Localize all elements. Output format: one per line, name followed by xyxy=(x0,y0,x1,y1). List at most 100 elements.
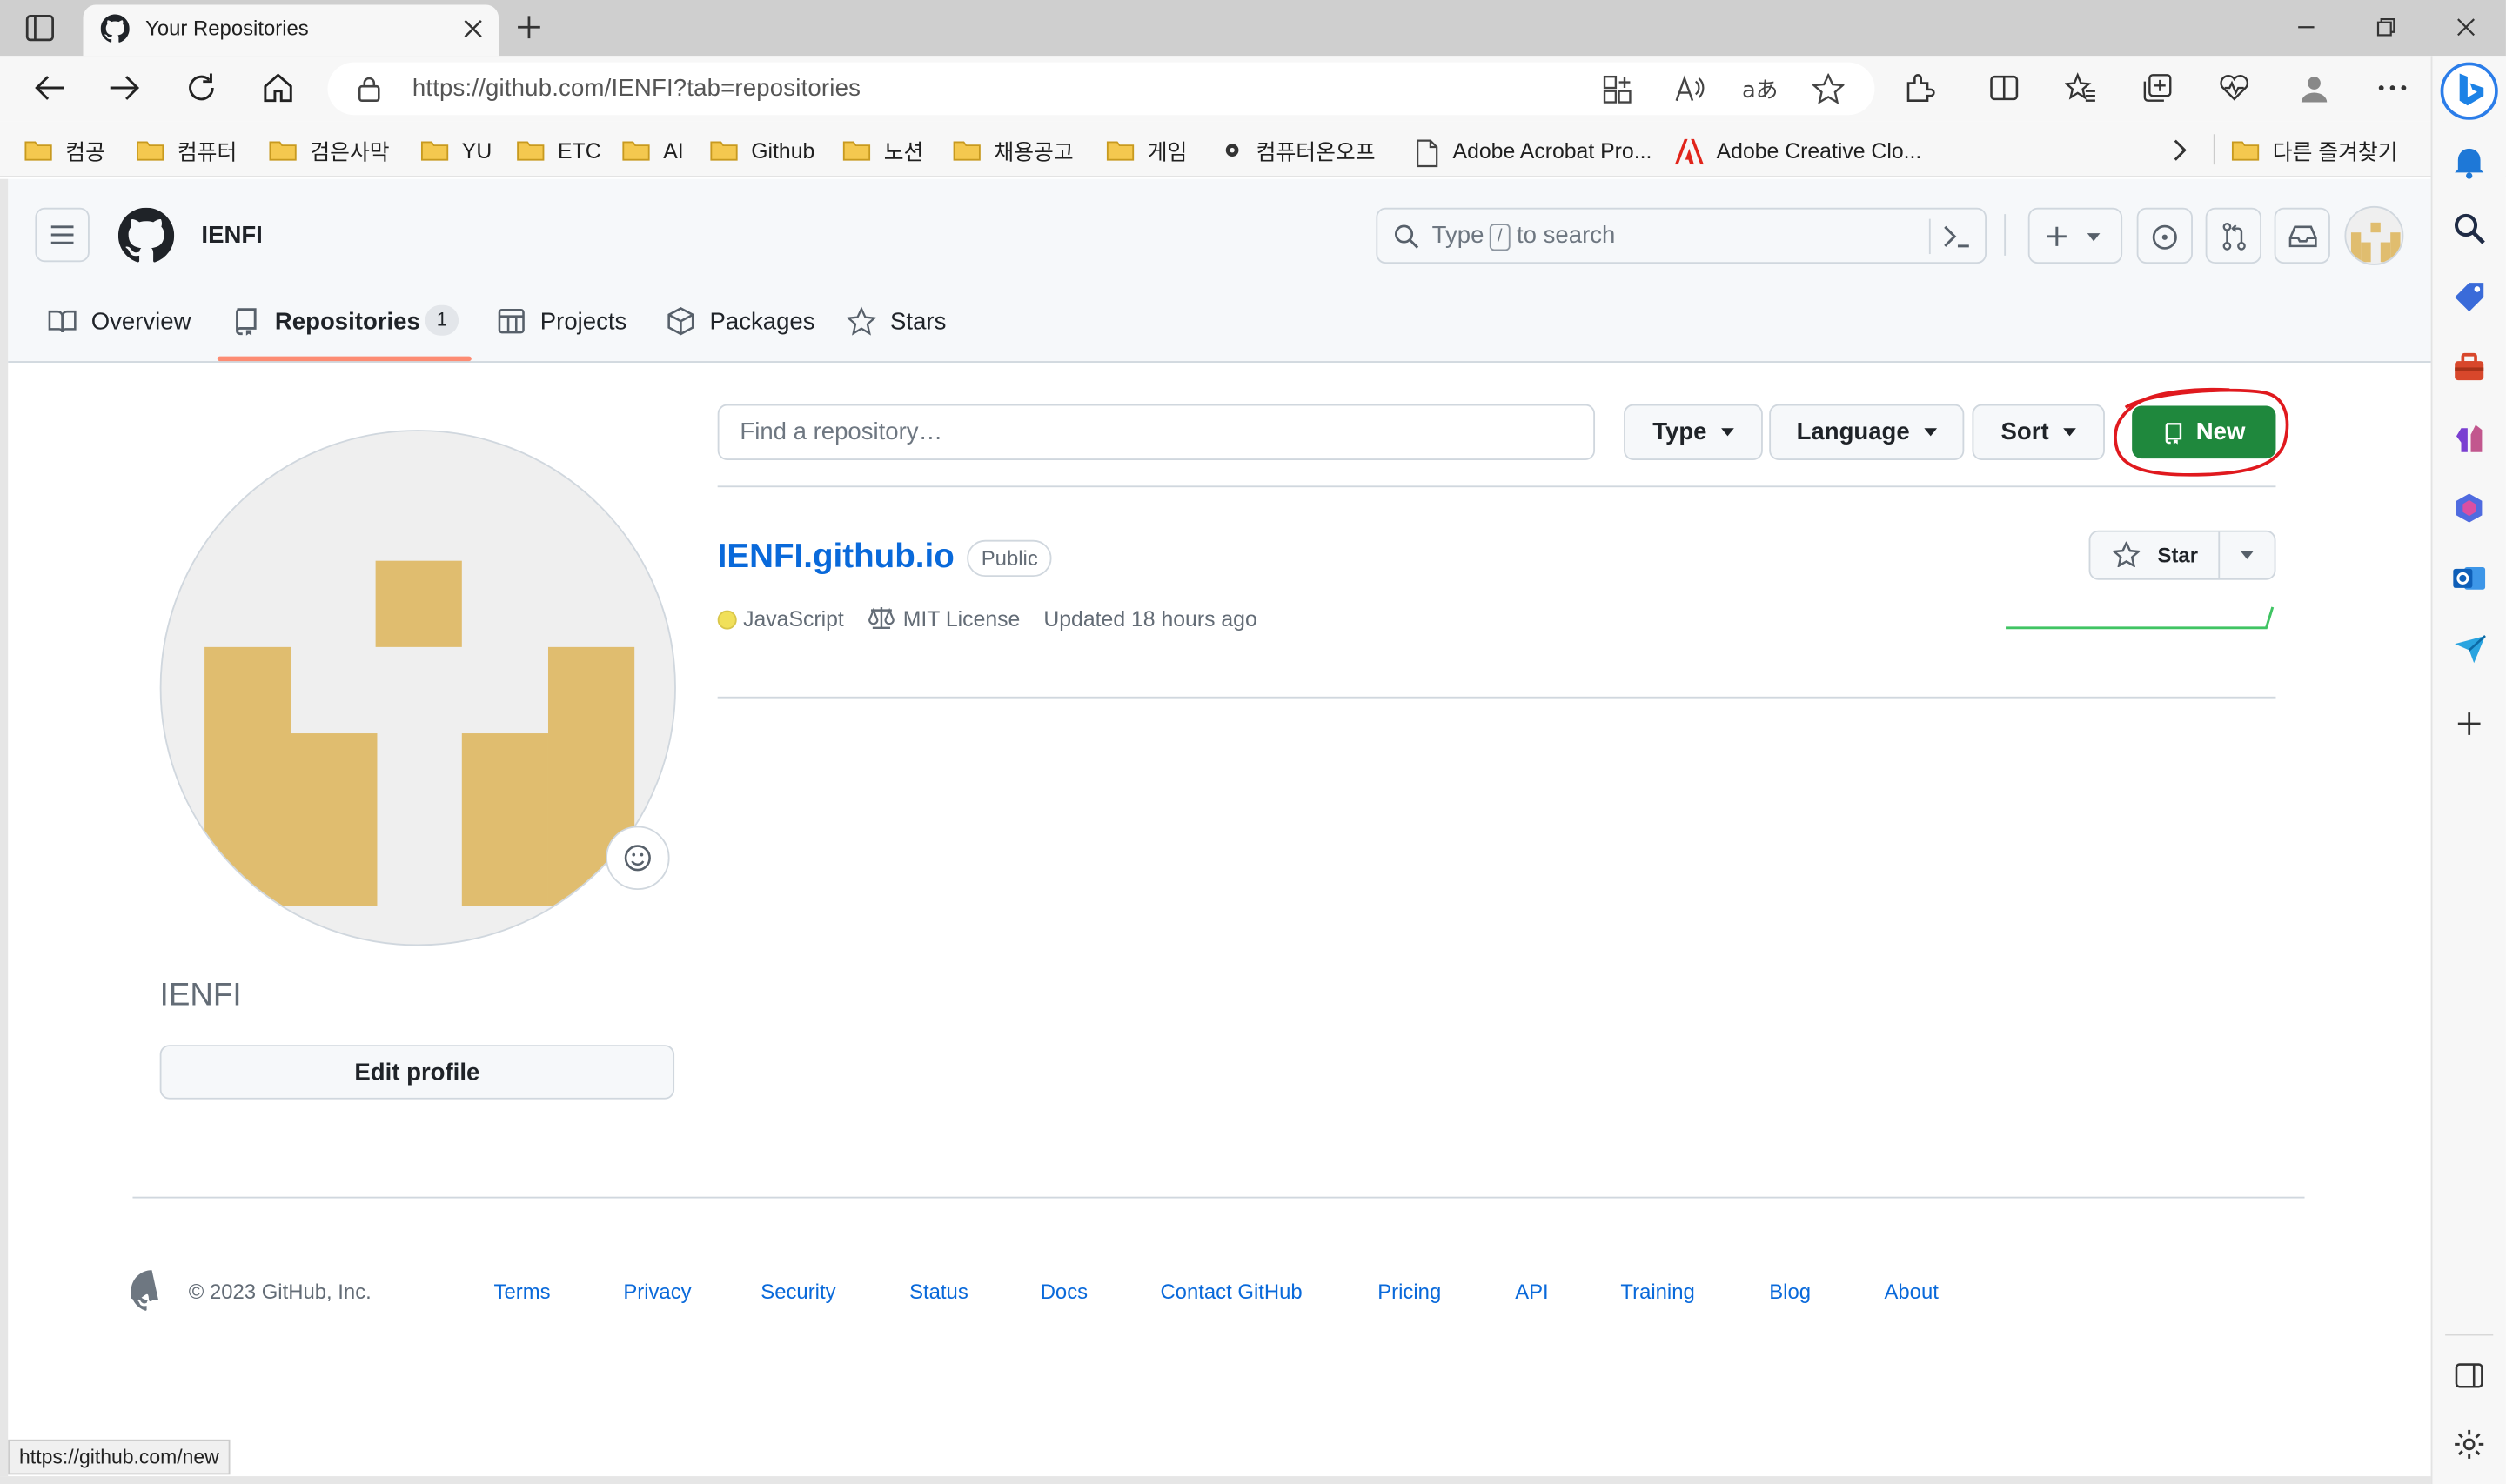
search-placeholder-suffix: to search xyxy=(1517,222,1616,250)
bookmark-folder[interactable]: 컴퓨터 xyxy=(136,134,237,166)
new-tab-icon[interactable] xyxy=(516,15,541,40)
browser-tab-bar: Your Repositories xyxy=(0,0,2506,57)
notifications-bell-icon[interactable] xyxy=(2451,144,2486,179)
inbox-button[interactable] xyxy=(2274,207,2330,264)
browser-tab-active[interactable]: Your Repositories xyxy=(83,4,499,57)
find-repository-input[interactable]: Find a repository… xyxy=(717,404,1596,460)
tools-briefcase-icon[interactable] xyxy=(2451,350,2486,384)
edit-profile-button[interactable]: Edit profile xyxy=(159,1045,675,1100)
search-input[interactable]: Type / to search xyxy=(1376,207,1987,264)
footer-link-pricing[interactable]: Pricing xyxy=(1377,1280,1441,1304)
app-available-icon[interactable] xyxy=(1603,75,1632,104)
restore-icon[interactable] xyxy=(2376,17,2395,37)
footer-link-api[interactable]: API xyxy=(1515,1280,1549,1304)
add-sidebar-app-icon[interactable] xyxy=(2451,706,2486,741)
repository-name-link[interactable]: IENFI.github.io xyxy=(718,538,955,577)
github-logo-icon[interactable] xyxy=(117,207,175,264)
drop-send-icon[interactable] xyxy=(2451,631,2486,665)
bookmark-folder[interactable]: Github xyxy=(709,134,814,166)
language-color-dot xyxy=(717,610,737,630)
shopping-tag-icon[interactable] xyxy=(2451,279,2486,314)
tab-projects[interactable]: Projects xyxy=(497,304,626,338)
divider xyxy=(1928,218,1931,255)
footer-link-contact[interactable]: Contact GitHub xyxy=(1160,1280,1302,1304)
bookmark-folder[interactable]: 게임 xyxy=(1106,134,1187,166)
other-favorites[interactable]: 다른 즐겨찾기 xyxy=(2231,134,2398,166)
chevron-right-icon[interactable] xyxy=(2172,137,2188,163)
minimize-icon[interactable] xyxy=(2296,17,2315,37)
extensions-icon[interactable] xyxy=(1904,72,1936,104)
issues-button[interactable] xyxy=(2136,207,2193,264)
bookmark-folder[interactable]: 검은사막 xyxy=(269,134,390,166)
footer-link-status[interactable]: Status xyxy=(909,1280,968,1304)
lock-icon[interactable] xyxy=(357,75,382,102)
star-list-dropdown[interactable] xyxy=(2220,532,2274,578)
outlook-icon[interactable] xyxy=(2451,561,2486,596)
command-palette-icon[interactable] xyxy=(1942,224,1971,249)
favorites-icon[interactable] xyxy=(2065,72,2097,104)
folder-icon xyxy=(516,139,545,162)
microsoft-365-icon[interactable] xyxy=(2451,491,2486,525)
footer-link-training[interactable]: Training xyxy=(1620,1280,1694,1304)
activity-sparkline xyxy=(2006,606,2275,630)
bookmark-link[interactable]: Adobe Creative Clo... xyxy=(1674,134,1921,166)
search-icon[interactable] xyxy=(2451,211,2486,245)
bookmark-folder[interactable]: AI xyxy=(621,134,684,166)
read-aloud-icon[interactable] xyxy=(1673,75,1705,104)
tab-stars[interactable]: Stars xyxy=(847,304,946,338)
create-new-button[interactable] xyxy=(2027,207,2123,264)
translate-icon[interactable]: aあ xyxy=(1742,75,1777,104)
refresh-icon[interactable] xyxy=(185,72,218,104)
address-bar[interactable]: https://github.com/IENFI?tab=repositorie… xyxy=(327,62,1875,116)
footer-copyright: © 2023 GitHub, Inc. xyxy=(188,1280,372,1304)
type-filter-dropdown[interactable]: Type xyxy=(1624,404,1763,460)
forward-icon[interactable] xyxy=(109,73,141,102)
pull-requests-button[interactable] xyxy=(2205,207,2261,264)
menu-button[interactable] xyxy=(35,207,90,263)
repositories-count-badge: 1 xyxy=(425,304,459,336)
avatar[interactable] xyxy=(2344,205,2404,265)
set-status-button[interactable] xyxy=(606,826,670,891)
footer-link-docs[interactable]: Docs xyxy=(1041,1280,1088,1304)
profile-avatar[interactable] xyxy=(159,430,676,946)
bing-copilot-icon[interactable] xyxy=(2440,62,2498,120)
window-bottom-edge xyxy=(0,1476,2431,1484)
star-button[interactable]: Star xyxy=(2090,532,2218,578)
bookmark-folder[interactable]: 노션 xyxy=(842,134,923,166)
footer-link-privacy[interactable]: Privacy xyxy=(623,1280,691,1304)
language-filter-dropdown[interactable]: Language xyxy=(1769,404,1965,460)
browser-essentials-icon[interactable] xyxy=(2218,72,2250,104)
more-options-icon[interactable] xyxy=(2378,84,2407,90)
bookmark-folder[interactable]: ETC xyxy=(516,134,601,166)
bookmark-folder[interactable]: 채용공고 xyxy=(953,134,1074,166)
games-icon[interactable] xyxy=(2451,420,2486,455)
tab-repositories[interactable]: Repositories 1 xyxy=(231,304,459,338)
footer-link-blog[interactable]: Blog xyxy=(1769,1280,1811,1304)
hide-sidebar-icon[interactable] xyxy=(2451,1358,2486,1393)
profile-name: IENFI xyxy=(159,978,242,1013)
back-icon[interactable] xyxy=(34,73,66,102)
footer-link-about[interactable]: About xyxy=(1884,1280,1938,1304)
home-icon[interactable] xyxy=(262,72,294,104)
header-username[interactable]: IENFI xyxy=(201,222,262,249)
close-window-icon[interactable] xyxy=(2456,17,2476,37)
split-screen-icon[interactable] xyxy=(1988,72,2020,104)
github-mark-icon[interactable] xyxy=(131,1270,173,1312)
profile-icon[interactable] xyxy=(2298,72,2330,104)
bookmark-link[interactable]: Adobe Acrobat Pro... xyxy=(1416,134,1652,168)
bookmark-folder[interactable]: YU xyxy=(420,134,492,166)
tab-packages[interactable]: Packages xyxy=(667,304,814,338)
close-tab-icon[interactable] xyxy=(464,19,483,38)
favorite-star-icon[interactable] xyxy=(1812,73,1845,104)
bookmark-link[interactable]: 컴퓨터온오프 xyxy=(1221,134,1376,166)
collections-icon[interactable] xyxy=(2141,72,2174,104)
tab-actions-icon[interactable] xyxy=(25,14,54,42)
tab-overview[interactable]: Overview xyxy=(48,304,191,338)
bookmark-folder[interactable]: 컴공 xyxy=(24,134,105,166)
sidebar-settings-icon[interactable] xyxy=(2451,1427,2486,1461)
sort-dropdown[interactable]: Sort xyxy=(1972,404,2105,460)
divider xyxy=(717,696,2276,699)
repository-license[interactable]: MIT License xyxy=(903,607,1021,632)
footer-link-terms[interactable]: Terms xyxy=(494,1280,551,1304)
footer-link-security[interactable]: Security xyxy=(761,1280,835,1304)
